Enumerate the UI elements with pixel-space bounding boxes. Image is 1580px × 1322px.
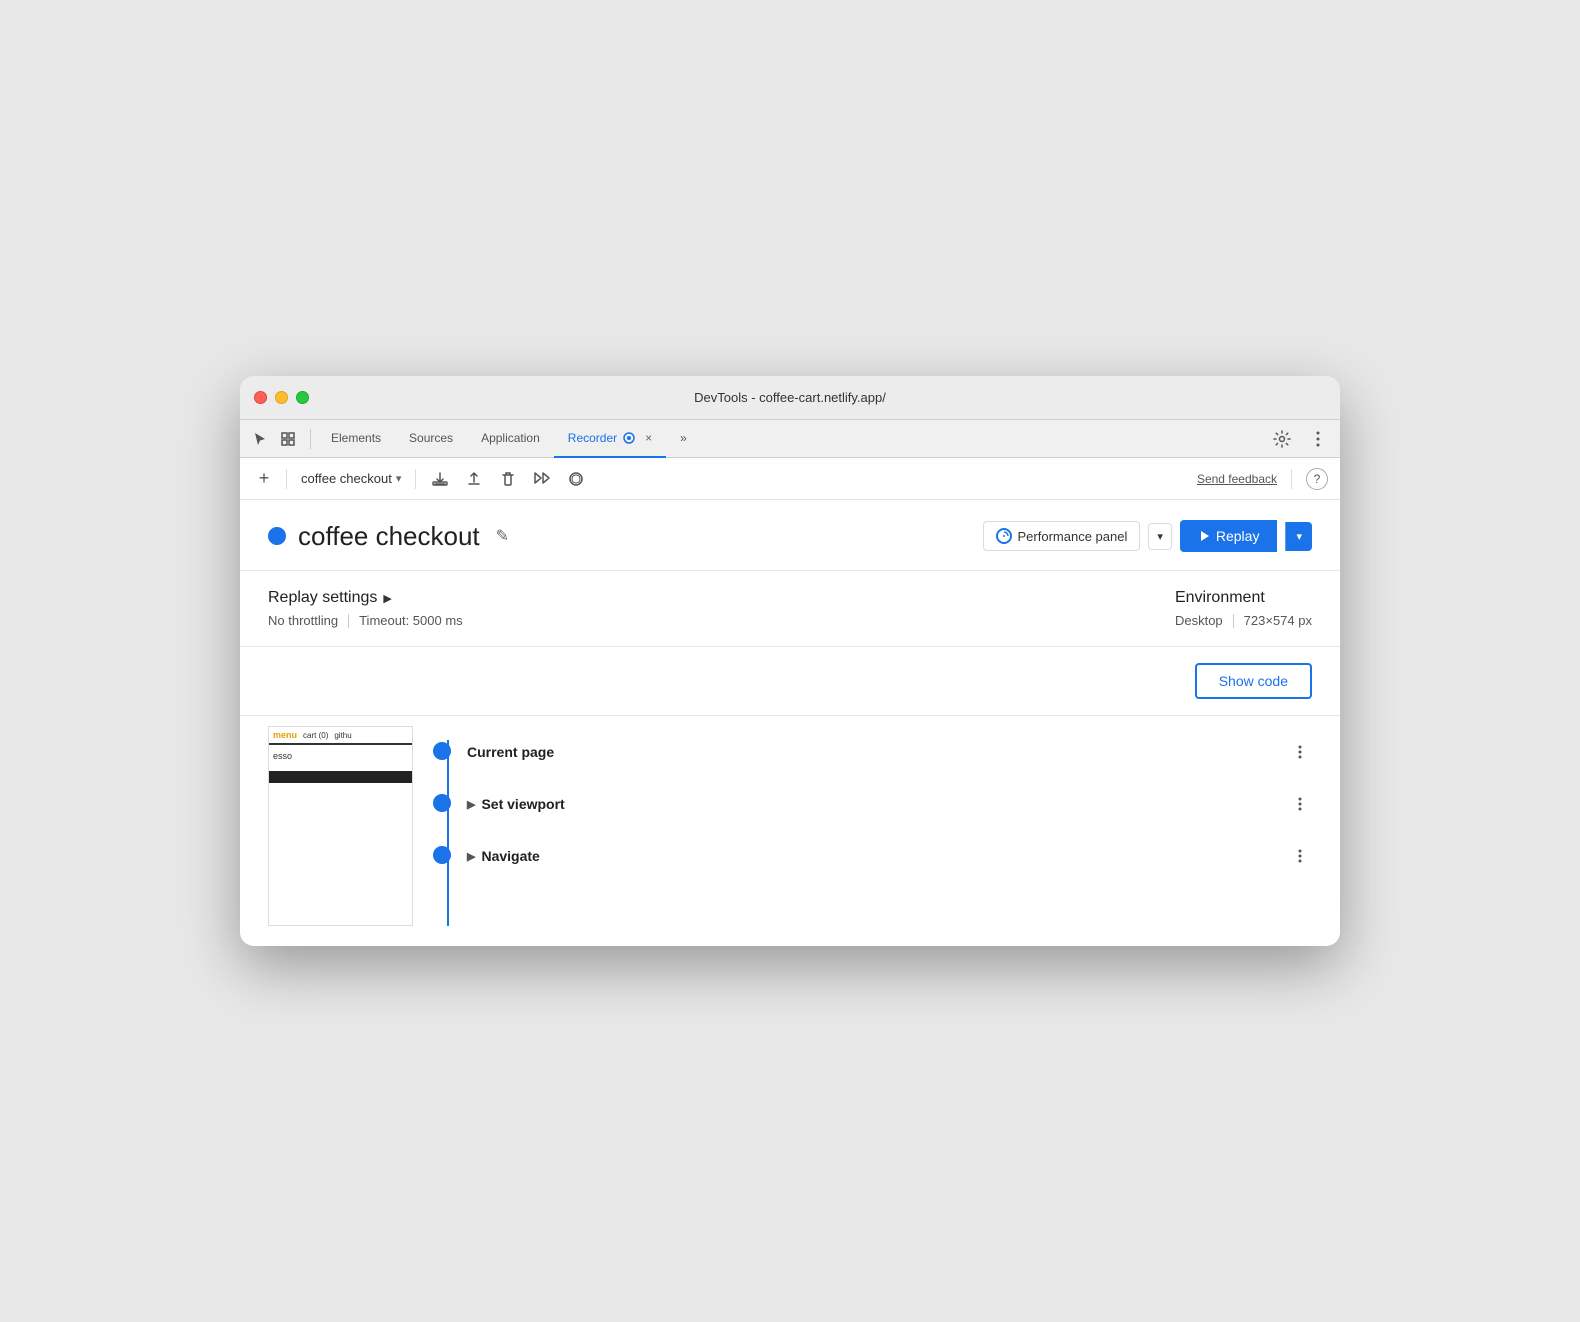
traffic-lights: [254, 391, 309, 404]
devtools-right-icons: [1268, 425, 1332, 453]
recorder-icon: [622, 431, 636, 445]
inspect-icon[interactable]: [276, 427, 300, 451]
devtools-window: DevTools - coffee-cart.netlify.app/ Elem…: [240, 376, 1340, 946]
step-more-button-1[interactable]: [1288, 740, 1312, 764]
step-title-2[interactable]: ▶ Set viewport: [467, 796, 565, 812]
preview-nav-cart: cart (0): [303, 731, 328, 740]
export-button[interactable]: [426, 465, 454, 493]
settings-left: Replay settings ▶ No throttling Timeout:…: [268, 589, 463, 628]
performance-panel-button[interactable]: Performance panel: [983, 521, 1141, 551]
replay-button[interactable]: Replay: [1180, 520, 1278, 552]
recorder-tab-close[interactable]: ×: [645, 431, 652, 445]
window-title: DevTools - coffee-cart.netlify.app/: [694, 390, 886, 405]
selector-dropdown-arrow: ▾: [396, 472, 402, 485]
toolbar-separator-2: [415, 469, 416, 489]
toolbar-separator-1: [286, 469, 287, 489]
settings-expand-icon: ▶: [383, 592, 391, 605]
settings-right: Environment Desktop 723×574 px: [1175, 589, 1312, 628]
step-content-3: ▶ Navigate: [467, 844, 1312, 868]
settings-details: No throttling Timeout: 5000 ms: [268, 613, 463, 628]
step-title-1: Current page: [467, 744, 554, 760]
settings-detail-separator: [348, 614, 349, 628]
steps-timeline: Current page: [433, 726, 1312, 926]
steps-section: menu cart (0) githu esso Current page: [240, 716, 1340, 946]
recording-status-dot: [268, 527, 286, 545]
preview-nav-github: githu: [334, 731, 351, 740]
send-feedback-link[interactable]: Send feedback: [1197, 472, 1277, 486]
step-dot-2: [433, 794, 451, 812]
settings-icon[interactable]: [1268, 425, 1296, 453]
tab-separator: [310, 429, 311, 449]
devtools-tab-bar: Elements Sources Application Recorder × …: [240, 420, 1340, 458]
preview-nav: menu cart (0) githu: [269, 727, 412, 745]
toolbar-separator-3: [1291, 469, 1292, 489]
main-content: coffee checkout ✎ Performance panel ▾: [240, 500, 1340, 946]
minimize-button[interactable]: [275, 391, 288, 404]
delete-button[interactable]: [494, 465, 522, 493]
step-content-1: Current page: [467, 740, 1312, 764]
step-dot-1: [433, 742, 451, 760]
tab-sources[interactable]: Sources: [395, 420, 467, 458]
record-button[interactable]: [562, 465, 590, 493]
recording-selector[interactable]: coffee checkout ▾: [297, 469, 405, 488]
close-button[interactable]: [254, 391, 267, 404]
title-bar: DevTools - coffee-cart.netlify.app/: [240, 376, 1340, 420]
recording-title: coffee checkout: [298, 521, 480, 552]
step-dot-3: [433, 846, 451, 864]
preview-espresso-text: esso: [269, 745, 412, 767]
performance-panel-dropdown-button[interactable]: ▾: [1148, 523, 1172, 550]
more-options-icon[interactable]: [1304, 425, 1332, 453]
step-navigate: ▶ Navigate: [433, 830, 1312, 882]
tab-elements[interactable]: Elements: [317, 420, 395, 458]
preview-empty-space: [269, 787, 412, 827]
import-button[interactable]: [460, 465, 488, 493]
tab-application[interactable]: Application: [467, 420, 554, 458]
recording-header: coffee checkout ✎ Performance panel ▾: [240, 500, 1340, 571]
replay-settings-toggle[interactable]: Replay settings ▶: [268, 589, 463, 607]
cursor-icon[interactable]: [248, 427, 272, 451]
maximize-button[interactable]: [296, 391, 309, 404]
environment-title: Environment: [1175, 589, 1312, 607]
settings-section: Replay settings ▶ No throttling Timeout:…: [240, 571, 1340, 647]
toolbar-right: Send feedback ?: [1197, 468, 1328, 490]
step-expand-arrow-2: ▶: [467, 798, 475, 811]
add-recording-button[interactable]: +: [252, 467, 276, 491]
env-detail-separator: [1233, 614, 1234, 628]
preview-black-bar: [269, 771, 412, 783]
replay-play-icon: [1198, 530, 1210, 542]
step-expand-arrow-3: ▶: [467, 850, 475, 863]
step-set-viewport: ▶ Set viewport: [433, 778, 1312, 830]
recording-title-area: coffee checkout ✎: [268, 521, 513, 552]
recorder-toolbar: + coffee checkout ▾: [240, 458, 1340, 500]
step-more-button-3[interactable]: [1288, 844, 1312, 868]
recording-actions: Performance panel ▾ Replay ▾: [983, 520, 1313, 552]
preview-nav-menu: menu: [273, 730, 297, 740]
show-code-section: Show code: [240, 647, 1340, 716]
step-title-3[interactable]: ▶ Navigate: [467, 848, 540, 864]
replay-dropdown-button[interactable]: ▾: [1285, 522, 1312, 551]
tab-more[interactable]: »: [666, 420, 701, 458]
environment-details: Desktop 723×574 px: [1175, 613, 1312, 628]
play-button[interactable]: [528, 465, 556, 493]
performance-panel-icon: [996, 528, 1012, 544]
step-content-2: ▶ Set viewport: [467, 792, 1312, 816]
show-code-button[interactable]: Show code: [1195, 663, 1312, 699]
step-current-page: Current page: [433, 726, 1312, 778]
edit-title-button[interactable]: ✎: [492, 522, 513, 550]
help-icon[interactable]: ?: [1306, 468, 1328, 490]
step-more-button-2[interactable]: [1288, 792, 1312, 816]
page-preview-thumbnail: menu cart (0) githu esso: [268, 726, 413, 926]
tab-recorder[interactable]: Recorder ×: [554, 420, 666, 458]
